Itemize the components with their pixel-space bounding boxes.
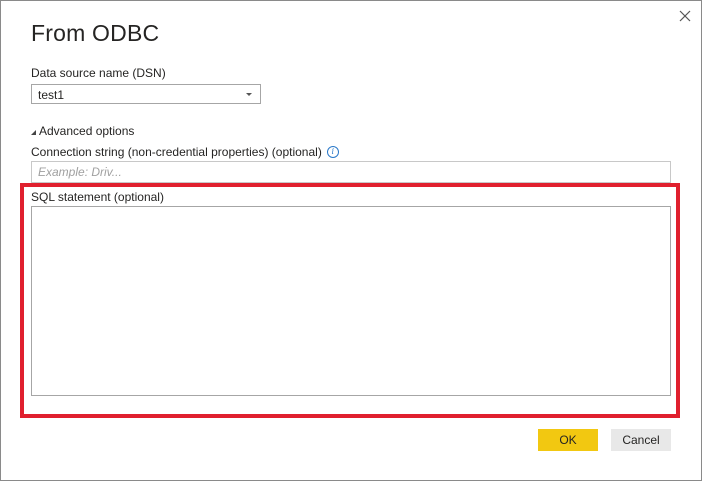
dsn-label: Data source name (DSN) xyxy=(31,66,166,80)
expand-triangle-icon xyxy=(31,129,36,135)
dsn-dropdown[interactable]: test1 xyxy=(31,84,261,104)
dialog-title: From ODBC xyxy=(31,20,160,46)
chevron-down-icon xyxy=(246,93,252,96)
sql-statement-textarea[interactable] xyxy=(31,206,671,396)
cancel-button[interactable]: Cancel xyxy=(611,429,671,451)
dsn-selected-value: test1 xyxy=(38,88,65,102)
close-button[interactable] xyxy=(673,5,697,27)
connection-string-label: Connection string (non-credential proper… xyxy=(31,145,322,159)
close-icon xyxy=(679,10,691,22)
advanced-options-label: Advanced options xyxy=(39,124,135,138)
advanced-options-toggle[interactable]: Advanced options xyxy=(31,124,134,138)
from-odbc-dialog: From ODBC Data source name (DSN) test1 A… xyxy=(0,0,702,481)
connection-string-label-row: Connection string (non-credential proper… xyxy=(31,145,339,159)
connection-string-input[interactable] xyxy=(31,161,671,183)
sql-statement-label: SQL statement (optional) xyxy=(31,190,164,204)
info-icon[interactable]: i xyxy=(326,146,339,158)
ok-button[interactable]: OK xyxy=(538,429,598,451)
